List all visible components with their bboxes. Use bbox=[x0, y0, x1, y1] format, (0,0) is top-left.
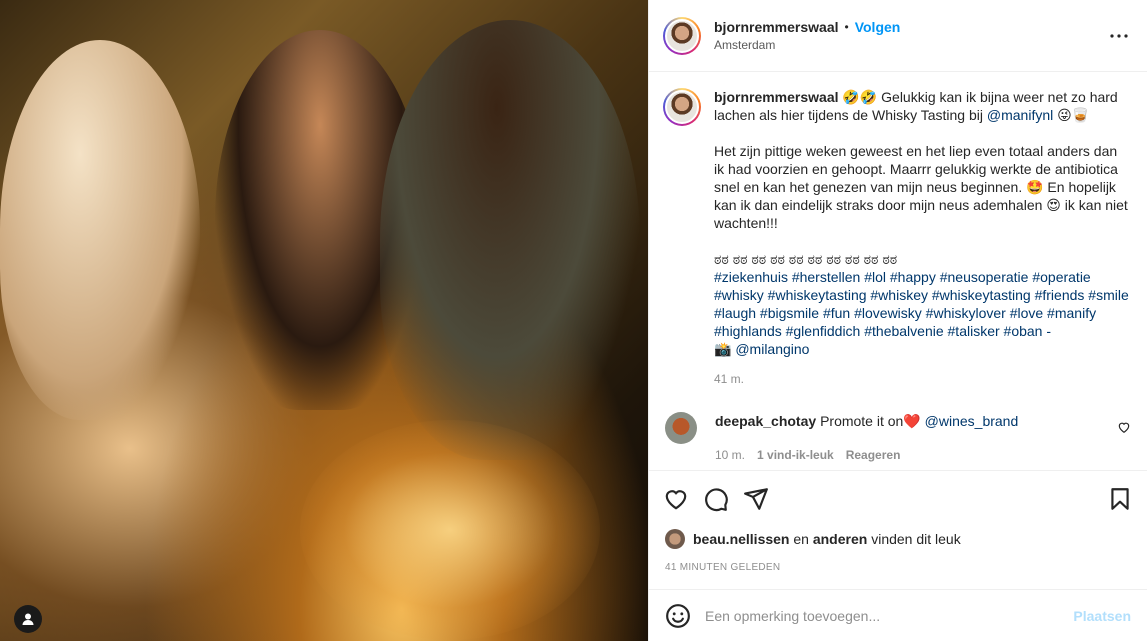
comments-list[interactable]: bjornremmerswaal 🤣🤣 Gelukkig kan ik bijn… bbox=[649, 72, 1147, 470]
more-options-button[interactable] bbox=[1107, 24, 1131, 48]
user-tag-icon bbox=[22, 613, 34, 625]
post-photo[interactable] bbox=[0, 0, 648, 641]
save-button[interactable] bbox=[1107, 486, 1133, 512]
comment-likes[interactable]: 1 vind-ik-leuk bbox=[757, 446, 834, 464]
comment-item: deepak_chotay Promote it on❤️ @wines_bra… bbox=[663, 412, 1131, 464]
caption: bjornremmerswaal 🤣🤣 Gelukkig kan ik bijn… bbox=[663, 88, 1131, 388]
comment-reply-button[interactable]: Reageren bbox=[846, 446, 901, 464]
like-button[interactable] bbox=[663, 486, 689, 512]
caption-hashtags[interactable]: #ziekenhuis #herstellen #lol #happy #neu… bbox=[714, 268, 1131, 340]
author-username[interactable]: bjornremmerswaal bbox=[714, 19, 839, 35]
action-bar bbox=[649, 470, 1147, 526]
comment-avatar[interactable] bbox=[665, 412, 697, 444]
likes-text-end: vinden dit leuk bbox=[867, 531, 961, 547]
caption-time[interactable]: 41 m. bbox=[714, 370, 1131, 388]
post-comment-button[interactable]: Plaatsen bbox=[1073, 608, 1131, 624]
comment-username[interactable]: deepak_chotay bbox=[715, 413, 816, 429]
comment-mention[interactable]: @wines_brand bbox=[925, 413, 1019, 429]
comment-time[interactable]: 10 m. bbox=[715, 446, 745, 464]
photo-person-right bbox=[380, 20, 640, 460]
add-comment-bar: Een opmerking toevoegen... Plaatsen bbox=[649, 589, 1147, 641]
heart-icon bbox=[665, 489, 687, 509]
author-avatar[interactable] bbox=[663, 16, 701, 55]
send-icon bbox=[744, 487, 768, 510]
likes-text-and: en bbox=[789, 531, 813, 547]
caption-avatar[interactable] bbox=[663, 88, 701, 126]
camera-emoji: 📸 bbox=[714, 341, 736, 357]
caption-mention-milangino[interactable]: @milangino bbox=[735, 341, 809, 357]
liker-avatar[interactable] bbox=[665, 529, 685, 549]
post-header: bjornremmerswaal • Volgen Amsterdam bbox=[649, 0, 1147, 72]
caption-paragraph-2: Het zijn pittige weken geweest en het li… bbox=[714, 143, 1128, 231]
emoji-icon bbox=[666, 603, 690, 628]
user-tag-button[interactable] bbox=[14, 605, 42, 633]
separator-dot: • bbox=[844, 20, 849, 34]
caption-mention-manifynl[interactable]: @manifynl bbox=[987, 107, 1053, 123]
post-location[interactable]: Amsterdam bbox=[714, 38, 1107, 52]
more-options-icon bbox=[1110, 33, 1128, 38]
emoji-button[interactable] bbox=[665, 603, 691, 629]
caption-text-end: 😜🥃 bbox=[1053, 107, 1090, 123]
comment-input[interactable]: Een opmerking toevoegen... bbox=[705, 608, 1073, 624]
photo-glasses-glow bbox=[300, 420, 600, 640]
post-date[interactable]: 41 MINUTEN GELEDEN bbox=[649, 552, 1147, 589]
comment-text: Promote it on❤️ bbox=[820, 413, 925, 429]
likes-summary: beau.nellissen en anderen vinden dit leu… bbox=[649, 526, 1147, 552]
post-modal: bjornremmerswaal • Volgen Amsterdam bjor… bbox=[0, 0, 1147, 641]
likes-others-link[interactable]: anderen bbox=[813, 531, 867, 547]
caption-dots-line: ಠಠ ಠಠ ಠಠ ಠಠ ಠಠ ಠಠ ಠಠ ಠಠ ಠಠ ಠಠ bbox=[714, 251, 898, 267]
post-sidebar: bjornremmerswaal • Volgen Amsterdam bjor… bbox=[648, 0, 1147, 641]
follow-button[interactable]: Volgen bbox=[855, 19, 901, 35]
share-button[interactable] bbox=[743, 486, 769, 512]
liker-username[interactable]: beau.nellissen bbox=[693, 531, 789, 547]
comment-like-button[interactable] bbox=[1117, 420, 1131, 434]
comment-icon bbox=[705, 487, 728, 511]
caption-username[interactable]: bjornremmerswaal bbox=[714, 89, 839, 105]
bookmark-icon bbox=[1111, 487, 1129, 510]
photo-person-left bbox=[0, 40, 200, 420]
comment-button[interactable] bbox=[703, 486, 729, 512]
heart-icon bbox=[1118, 422, 1130, 433]
